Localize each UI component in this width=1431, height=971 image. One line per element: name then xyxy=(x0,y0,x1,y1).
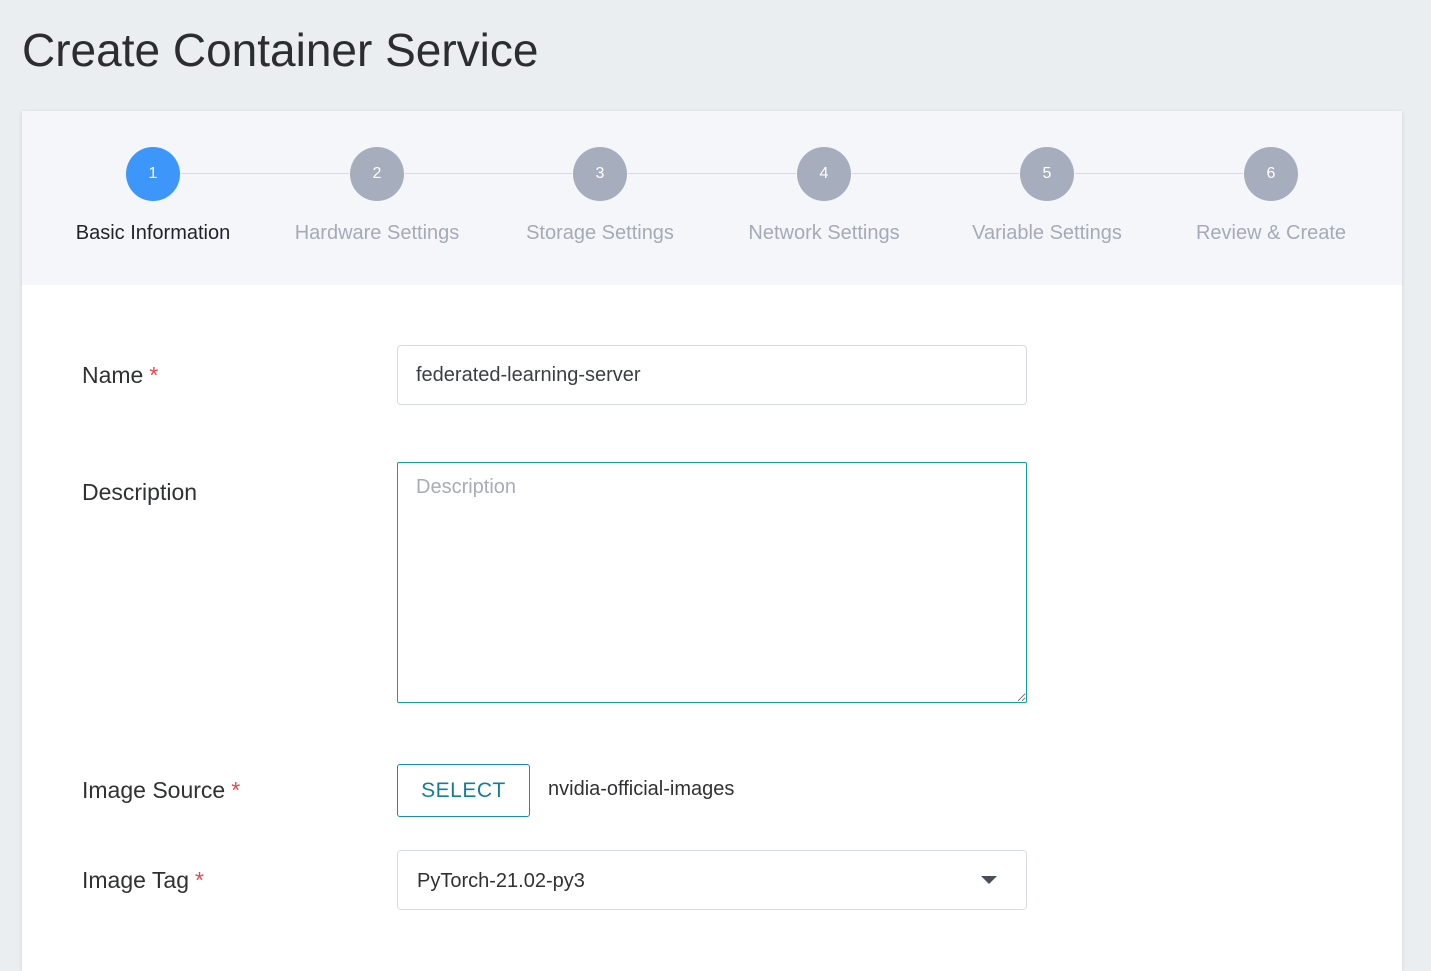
step-basic-information[interactable]: 1 Basic Information xyxy=(53,147,253,245)
creation-stepper: 1 Basic Information 2 Hardware Settings … xyxy=(22,111,1402,285)
name-input[interactable] xyxy=(397,345,1027,405)
step-network-settings[interactable]: 4 Network Settings xyxy=(724,147,924,245)
required-indicator: * xyxy=(149,362,159,388)
step-number: 1 xyxy=(126,147,180,201)
page-title: Create Container Service xyxy=(22,24,539,76)
selected-image-tag: PyTorch-21.02-py3 xyxy=(417,870,585,892)
description-label: Description xyxy=(82,479,198,505)
step-label: Basic Information xyxy=(75,222,231,244)
step-storage-settings[interactable]: 3 Storage Settings xyxy=(500,147,700,245)
step-review-create[interactable]: 6 Review & Create xyxy=(1171,147,1371,245)
step-number: 4 xyxy=(797,147,851,201)
step-number: 3 xyxy=(573,147,627,201)
image-source-label-text: Image Source xyxy=(82,777,226,803)
select-image-source-button[interactable]: SELECT xyxy=(397,764,530,817)
required-indicator: * xyxy=(231,777,241,803)
description-textarea[interactable] xyxy=(397,462,1027,703)
image-tag-select[interactable]: PyTorch-21.02-py3 xyxy=(397,850,1027,910)
step-variable-settings[interactable]: 5 Variable Settings xyxy=(947,147,1147,245)
step-label: Storage Settings xyxy=(526,222,674,244)
name-label: Name * xyxy=(82,361,158,389)
step-label: Review & Create xyxy=(1195,222,1347,244)
step-number: 2 xyxy=(350,147,404,201)
step-number: 6 xyxy=(1244,147,1298,201)
create-service-card: 1 Basic Information 2 Hardware Settings … xyxy=(22,111,1402,971)
name-label-text: Name xyxy=(82,362,144,388)
image-tag-label-text: Image Tag xyxy=(82,867,189,893)
image-source-label: Image Source * xyxy=(82,776,240,804)
selected-image-source: nvidia-official-images xyxy=(548,778,735,800)
step-label: Variable Settings xyxy=(972,222,1122,244)
step-label: Hardware Settings xyxy=(294,222,460,244)
required-indicator: * xyxy=(194,867,204,893)
step-hardware-settings[interactable]: 2 Hardware Settings xyxy=(277,147,477,245)
step-label: Network Settings xyxy=(748,222,900,244)
image-tag-label: Image Tag * xyxy=(82,866,204,894)
step-number: 5 xyxy=(1020,147,1074,201)
chevron-down-icon[interactable] xyxy=(981,876,997,884)
